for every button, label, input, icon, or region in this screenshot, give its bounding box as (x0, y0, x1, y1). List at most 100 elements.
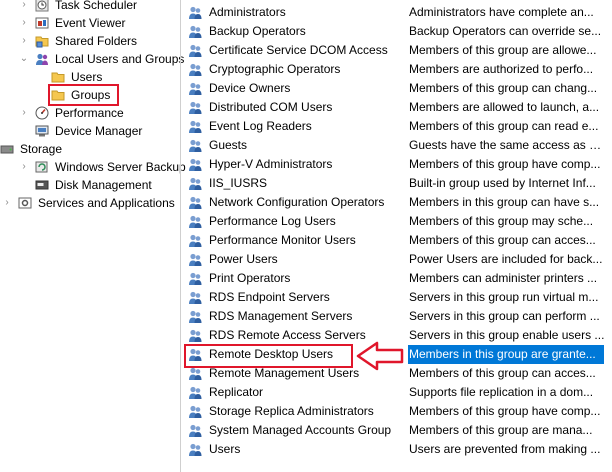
group-icon (188, 328, 203, 343)
group-description: Members are allowed to launch, a... (409, 100, 600, 114)
group-description: Power Users are included for back... (409, 252, 603, 266)
group-row[interactable]: Device Owners Members of this group can c… (184, 79, 612, 98)
group-row[interactable]: Users Users are prevented from making ... (184, 440, 612, 459)
tree-node-label: Performance (55, 106, 124, 120)
tree-node-label: Services and Applications (38, 196, 175, 210)
group-name: Distributed COM Users (209, 100, 333, 114)
group-name: Administrators (209, 5, 286, 19)
group-name: Device Owners (209, 81, 291, 95)
tree-node-label: Shared Folders (55, 34, 138, 48)
group-name: Performance Monitor Users (209, 233, 356, 247)
group-icon (188, 119, 203, 134)
group-row[interactable]: Administrators Administrators have comple… (184, 3, 612, 22)
chevron-right-icon[interactable]: › (19, 32, 29, 50)
group-name: Performance Log Users (209, 214, 336, 228)
group-icon (188, 24, 203, 39)
group-name: Event Log Readers (209, 119, 312, 133)
group-row[interactable]: IIS_IUSRS Built-in group used by Internet… (184, 174, 612, 193)
group-name: Guests (209, 138, 248, 152)
group-name: System Managed Accounts Group (209, 423, 392, 437)
group-name: Storage Replica Administrators (209, 404, 374, 418)
group-description: Users are prevented from making ... (409, 442, 601, 456)
chevron-right-icon[interactable]: › (19, 0, 29, 14)
services-icon (18, 196, 32, 210)
disk-icon (35, 178, 49, 192)
group-row[interactable]: Replicator Supports file replication in a… (184, 383, 612, 402)
group-description: Members can administer printers ... (409, 271, 598, 285)
group-icon (188, 309, 203, 324)
group-row[interactable]: Backup Operators Backup Operators can ove… (184, 22, 612, 41)
group-row[interactable]: RDS Management Servers Servers in this gr… (184, 307, 612, 326)
group-row[interactable]: Power Users Power Users are included for … (184, 250, 612, 269)
tree-node-label: Local Users and Groups (55, 52, 185, 66)
tree-node-label: Event Viewer (55, 16, 126, 30)
group-icon (188, 43, 203, 58)
group-icon (188, 290, 203, 305)
device-manager-icon (35, 124, 49, 138)
event-viewer-icon (35, 16, 49, 30)
tree-node-label: Task Scheduler (55, 0, 138, 12)
group-icon (188, 176, 203, 191)
group-name: RDS Endpoint Servers (209, 290, 330, 304)
group-description: Servers in this group can perform ... (409, 309, 600, 323)
group-name: Network Configuration Operators (209, 195, 385, 209)
chevron-down-icon[interactable]: ⌄ (19, 50, 29, 68)
group-icon (188, 252, 203, 267)
group-name: Cryptographic Operators (209, 62, 341, 76)
group-description: Servers in this group run virtual m... (409, 290, 599, 304)
remote-desktop-users-highlight-box (184, 344, 353, 368)
group-name: Power Users (209, 252, 278, 266)
group-description: Administrators have complete an... (409, 5, 594, 19)
group-icon (188, 5, 203, 20)
group-name: Backup Operators (209, 24, 306, 38)
group-icon (188, 138, 203, 153)
group-row[interactable]: System Managed Accounts Group Members of … (184, 421, 612, 440)
group-description: Servers in this group enable users ... (409, 328, 605, 342)
group-name: Users (209, 442, 241, 456)
group-row[interactable]: Performance Log Users Members of this gro… (184, 212, 612, 231)
group-row[interactable]: Event Log Readers Members of this group c… (184, 117, 612, 136)
group-row[interactable]: RDS Endpoint Servers Servers in this grou… (184, 288, 612, 307)
group-row[interactable]: Print Operators Members can administer pr… (184, 269, 612, 288)
group-row[interactable]: Certificate Service DCOM Access Members o… (184, 41, 612, 60)
group-row[interactable]: Cryptographic Operators Members are autho… (184, 60, 612, 79)
tree-node-label: Disk Management (55, 178, 152, 192)
group-description: Members of this group are mana... (409, 423, 593, 437)
console-tree: › Task Scheduler › Event Viewer › Shared Fold… (0, 0, 186, 472)
group-row[interactable]: Distributed COM Users Members are allowed… (184, 98, 612, 117)
groups-highlight-box (48, 84, 119, 106)
performance-icon (35, 106, 49, 120)
group-row[interactable]: Network Configuration Operators Members i… (184, 193, 612, 212)
group-icon (188, 233, 203, 248)
clock-icon (35, 0, 49, 12)
group-icon (188, 157, 203, 172)
group-row[interactable]: Performance Monitor Users Members of this… (184, 231, 612, 250)
group-icon (188, 366, 203, 381)
group-row[interactable]: Hyper-V Administrators Members of this gr… (184, 155, 612, 174)
group-description: Members of this group are allowe... (409, 43, 597, 57)
group-icon (188, 195, 203, 210)
shared-folder-icon (35, 34, 49, 48)
group-description: Members in this group can have s... (409, 195, 600, 209)
group-row[interactable]: Guests Guests have the same access as m..… (184, 136, 612, 155)
users-groups-icon (35, 52, 49, 66)
group-name: RDS Management Servers (209, 309, 353, 323)
group-description: Members of this group have comp... (409, 157, 601, 171)
group-icon (188, 81, 203, 96)
chevron-right-icon[interactable]: › (19, 158, 29, 176)
group-description: Members of this group can read e... (409, 119, 599, 133)
group-name: Hyper-V Administrators (209, 157, 333, 171)
group-name: Replicator (209, 385, 264, 399)
group-icon (188, 100, 203, 115)
pane-divider[interactable] (180, 0, 181, 472)
group-icon (188, 442, 203, 457)
group-description: Members of this group can acces... (409, 366, 596, 380)
group-row[interactable]: Storage Replica Administrators Members of… (184, 402, 612, 421)
chevron-right-icon[interactable]: › (19, 14, 29, 32)
storage-icon (0, 142, 14, 156)
tree-node-label: Storage (20, 142, 63, 156)
chevron-right-icon[interactable]: › (19, 104, 29, 122)
chevron-right-icon[interactable]: › (2, 194, 12, 212)
group-description: Supports file replication in a dom... (409, 385, 594, 399)
group-icon (188, 62, 203, 77)
